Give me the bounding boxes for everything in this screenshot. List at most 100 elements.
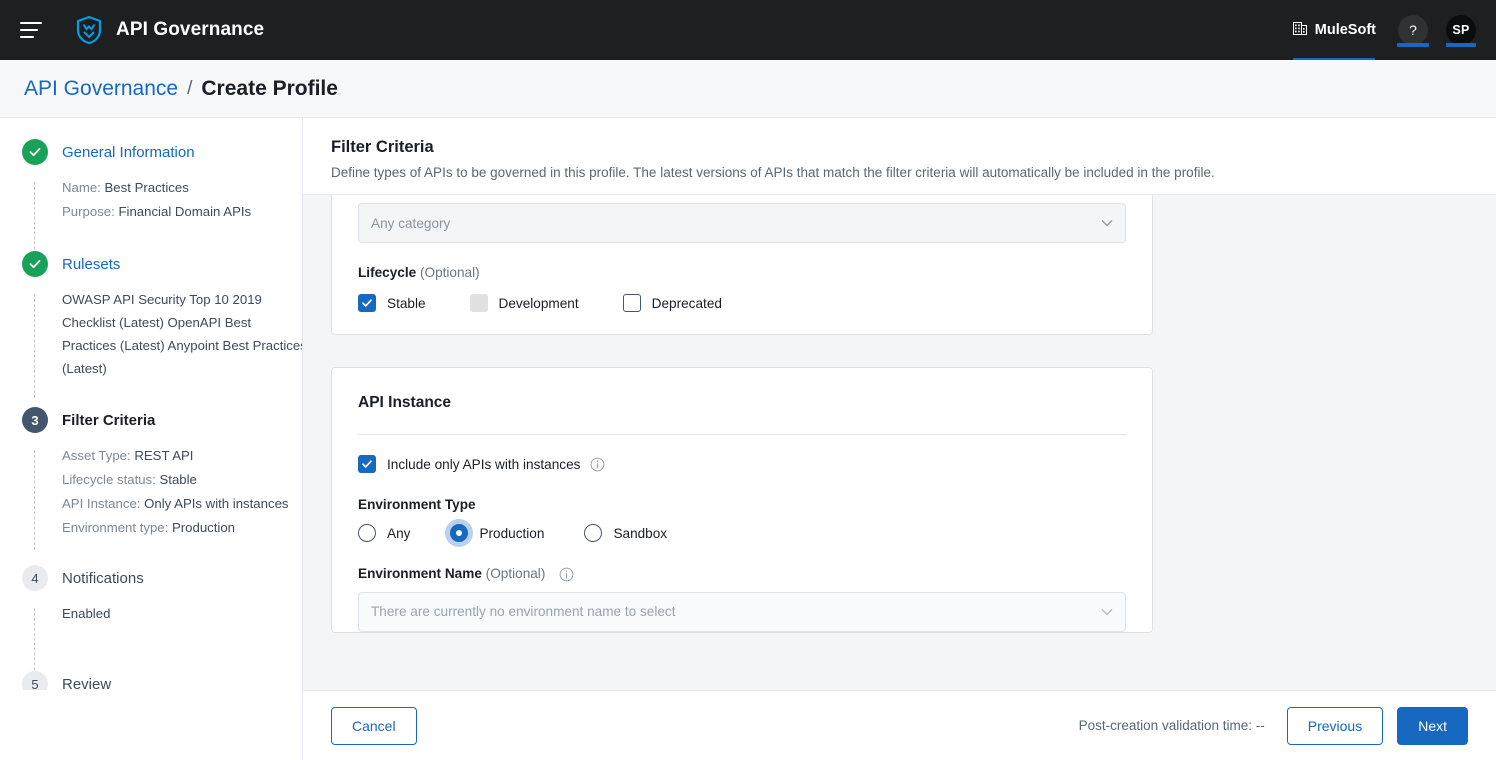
page-body: General Information Name: Best Practices…: [0, 118, 1496, 690]
detail-line: Purpose: Financial Domain APIs: [62, 200, 302, 224]
environment-type-radio-group: Any Production Sandbox: [358, 524, 1126, 542]
api-instance-card: API Instance Include only APIs with inst…: [331, 367, 1153, 633]
help-button-label: ?: [1409, 22, 1417, 38]
main-header: Filter Criteria Define types of APIs to …: [303, 118, 1496, 195]
topnav-right-group: MuleSoft ? SP: [1289, 0, 1496, 62]
page-description: Define types of APIs to be governed in t…: [331, 165, 1215, 180]
checkbox-disabled-icon: [469, 294, 488, 312]
categories-field: Categories (Optional) Any category: [358, 195, 1126, 243]
check-icon: [22, 251, 48, 278]
building-icon: [1292, 20, 1307, 40]
categories-select[interactable]: Any category: [358, 203, 1126, 243]
breadcrumb-current: Create Profile: [201, 76, 338, 100]
radio-label: Production: [479, 525, 545, 541]
checkbox-label: Stable: [387, 295, 426, 311]
lifecycle-checkbox-stable[interactable]: Stable: [358, 294, 426, 312]
sidebar-step-filter-criteria[interactable]: 3 Filter Criteria Asset Type: REST API L…: [0, 404, 302, 551]
detail-value: REST API: [134, 448, 194, 464]
shield-logo-icon[interactable]: [76, 16, 102, 44]
step-header[interactable]: Rulesets: [22, 248, 302, 280]
lifecycle-optional-text: (Optional): [419, 265, 480, 280]
detail-value: Production: [171, 520, 236, 536]
step-header[interactable]: 4 Notifications: [22, 562, 302, 594]
sidebar-step-rulesets[interactable]: Rulesets OWASP API Security Top 10 2019 …: [0, 248, 303, 399]
api-instance-title: API Instance: [358, 394, 452, 411]
chevron-down-icon: [1101, 605, 1113, 619]
detail-line: Name: Best Practices: [62, 176, 302, 200]
previous-button[interactable]: Previous: [1286, 706, 1384, 745]
step-label[interactable]: Rulesets: [62, 256, 120, 273]
detail-key: Name:: [62, 180, 101, 195]
step-number-badge: 4: [22, 565, 48, 592]
step-label: Review: [62, 675, 112, 690]
checkbox-unchecked-icon: [622, 294, 641, 312]
step-label: Filter Criteria: [62, 411, 156, 429]
validation-time-label: Post-creation validation time: --: [1078, 718, 1265, 733]
lifecycle-field: Lifecycle (Optional) Stable Development …: [358, 265, 1126, 312]
radio-environment-production[interactable]: Production: [450, 524, 544, 542]
environment-name-label-text: Environment Name: [358, 566, 482, 581]
step-header[interactable]: General Information: [22, 136, 302, 168]
step-header[interactable]: 3 Filter Criteria: [22, 404, 302, 436]
sidebar-step-review[interactable]: 5 Review: [0, 668, 302, 690]
detail-value: Financial Domain APIs: [118, 204, 252, 220]
environment-name-select[interactable]: There are currently no environment name …: [358, 591, 1126, 632]
breadcrumb-separator: /: [187, 77, 193, 99]
filter-criteria-card: Categories (Optional) Any category L: [331, 195, 1153, 335]
form-scroll-content: Categories (Optional) Any category L: [303, 195, 1496, 633]
radio-label: Sandbox: [613, 525, 668, 541]
step-label: Notifications: [62, 569, 144, 587]
environment-type-field: Environment Type Any Production Sandbox: [358, 497, 1126, 542]
step-detail: Enabled: [62, 594, 302, 626]
lifecycle-checkbox-deprecated[interactable]: Deprecated: [622, 294, 722, 312]
step-number-badge: 5: [22, 671, 48, 690]
avatar-initials: SP: [1452, 23, 1470, 37]
step-connector: [34, 450, 35, 551]
step-detail: Name: Best Practices Purpose: Financial …: [62, 168, 302, 224]
detail-line: Environment type: Production: [62, 516, 302, 540]
radio-environment-sandbox[interactable]: Sandbox: [584, 524, 667, 542]
step-header[interactable]: 5 Review: [22, 668, 302, 690]
radio-unselected-icon: [584, 524, 603, 542]
radio-label: Any: [387, 525, 411, 541]
avatar-active-underline: [1446, 43, 1476, 47]
detail-value: OWASP API Security Top 10 2019 Checklist…: [62, 292, 303, 377]
detail-key: Asset Type:: [62, 448, 131, 464]
lifecycle-label: Lifecycle (Optional): [358, 265, 1126, 280]
main-content: Filter Criteria Define types of APIs to …: [303, 118, 1496, 690]
radio-environment-any[interactable]: Any: [358, 524, 410, 542]
detail-line: Asset Type: REST API: [62, 444, 302, 468]
info-icon[interactable]: [559, 567, 574, 582]
detail-key: Lifecycle status:: [62, 472, 156, 488]
help-button[interactable]: ?: [1397, 15, 1429, 47]
include-only-apis-with-instances-checkbox[interactable]: Include only APIs with instances: [358, 455, 580, 473]
checkbox-checked-icon: [358, 455, 376, 473]
sidebar-step-notifications[interactable]: 4 Notifications Enabled: [0, 562, 302, 690]
hamburger-icon[interactable]: [18, 17, 44, 43]
categories-select-value: Any category: [371, 215, 451, 231]
info-icon[interactable]: [590, 457, 605, 472]
cancel-button[interactable]: Cancel: [331, 706, 417, 745]
checkbox-label: Deprecated: [651, 295, 722, 311]
step-label[interactable]: General Information: [62, 144, 195, 161]
next-button[interactable]: Next: [1397, 706, 1468, 745]
detail-key: Purpose:: [62, 204, 115, 220]
breadcrumb-parent-link[interactable]: API Governance: [24, 77, 178, 101]
sidebar-step-general-information[interactable]: General Information Name: Best Practices…: [0, 136, 302, 274]
org-switcher[interactable]: MuleSoft: [1289, 0, 1380, 62]
detail-line: API Instance: Only APIs with instances: [62, 492, 302, 516]
environment-type-label: Environment Type: [358, 497, 476, 512]
form-scroll-area[interactable]: Categories (Optional) Any category L: [303, 195, 1496, 690]
step-detail: OWASP API Security Top 10 2019 Checklist…: [62, 280, 303, 380]
detail-line: Lifecycle status: Stable: [62, 468, 302, 492]
radio-selected-icon: [450, 524, 469, 542]
footer-sidebar-filler: [0, 690, 303, 760]
lifecycle-checkbox-development[interactable]: Development: [469, 294, 579, 312]
avatar[interactable]: SP: [1446, 15, 1476, 47]
org-name: MuleSoft: [1314, 22, 1376, 38]
radio-unselected-icon: [358, 524, 376, 542]
detail-key: API Instance:: [62, 496, 141, 512]
wizard-sidebar: General Information Name: Best Practices…: [0, 118, 303, 690]
detail-value: Stable: [159, 472, 197, 488]
detail-value: Only APIs with instances: [144, 496, 289, 512]
